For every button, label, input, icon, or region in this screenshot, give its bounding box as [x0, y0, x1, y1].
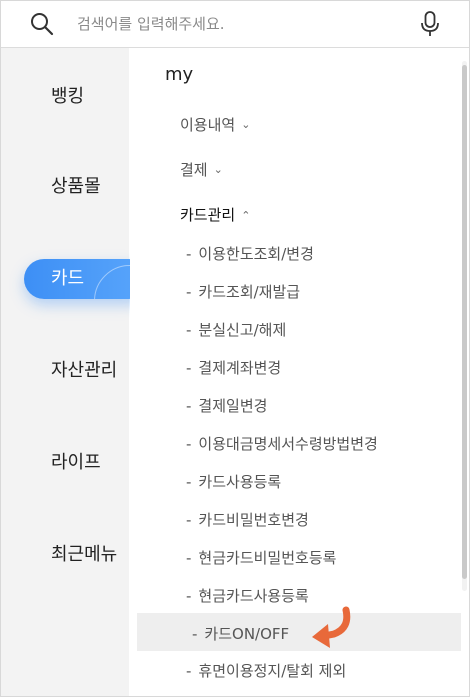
sidebar-item-asset-management[interactable]: 자산관리: [1, 351, 129, 391]
menu-item-dormant-exclusion[interactable]: - 휴면이용정지/탈회 제외: [186, 660, 346, 681]
menu-item-label: 휴면이용정지/탈회 제외: [198, 662, 347, 680]
dash-bullet: -: [186, 397, 192, 415]
menu-group-label: 결제: [180, 161, 208, 179]
menu-item-label: 결제계좌변경: [198, 359, 282, 377]
sidebar-item-banking[interactable]: 뱅킹: [1, 77, 129, 117]
menu-item-label: 이용대금명세서수령방법변경: [198, 435, 378, 453]
dash-bullet: -: [186, 359, 192, 377]
microphone-icon[interactable]: [419, 10, 441, 38]
sidebar-item-label: 카드: [51, 268, 85, 289]
section-title: my: [165, 64, 194, 85]
menu-item-label: 분실신고/해제: [198, 321, 287, 339]
sidebar-item-label: 라이프: [51, 452, 101, 473]
menu-group-payment[interactable]: 결제 ⌄: [180, 159, 223, 180]
menu-item-label: 이용한도조회/변경: [198, 245, 314, 263]
menu-group-label: 카드관리: [180, 206, 236, 224]
dash-bullet: -: [186, 245, 192, 263]
menu-group-card-management[interactable]: 카드관리 ⌃: [180, 204, 250, 225]
sidebar-item-life[interactable]: 라이프: [1, 443, 129, 483]
dash-bullet: -: [186, 473, 192, 491]
menu-item-payment-account-change[interactable]: - 결제계좌변경: [186, 357, 281, 378]
menu-item-label: 카드비밀번호변경: [198, 511, 309, 529]
sidebar-item-label: 상품몰: [51, 176, 101, 197]
menu-item-card-use-registration[interactable]: - 카드사용등록: [186, 471, 281, 492]
sidebar-item-label: 최근메뉴: [51, 544, 118, 565]
category-sidebar: 뱅킹 상품몰 카드 자산관리 라이프 최근메뉴: [1, 48, 149, 696]
dash-bullet: -: [186, 435, 192, 453]
scrollbar-thumb[interactable]: [462, 65, 467, 579]
chevron-down-icon: ⌄: [213, 163, 223, 176]
menu-item-card-inquiry-reissue[interactable]: - 카드조회/재발급: [186, 281, 300, 302]
search-icon[interactable]: [29, 11, 55, 37]
dash-bullet: -: [186, 587, 192, 605]
menu-item-cash-card-use-registration[interactable]: - 현금카드사용등록: [186, 585, 309, 606]
chevron-up-icon: ⌃: [241, 209, 251, 222]
curved-arrow-icon: [312, 606, 351, 648]
menu-item-label: 카드조회/재발급: [198, 283, 301, 301]
menu-item-label: 현금카드비밀번호등록: [198, 549, 337, 567]
menu-panel: my 이용내역 ⌄ 결제 ⌄ 카드관리 ⌃ - 이용한도조회/변경 - 카드조회/재발급 …: [130, 48, 461, 696]
menu-group-usage-history[interactable]: 이용내역 ⌄: [180, 114, 250, 135]
highlighted-row-background: [137, 613, 461, 651]
menu-item-label: 카드사용등록: [198, 473, 282, 491]
dash-bullet: -: [186, 662, 192, 680]
menu-item-statement-method-change[interactable]: - 이용대금명세서수령방법변경: [186, 433, 378, 454]
dash-bullet: -: [186, 549, 192, 567]
dash-bullet: -: [186, 511, 192, 529]
search-bar: [1, 1, 469, 48]
sidebar-item-shopping[interactable]: 상품몰: [1, 167, 129, 207]
menu-group-label: 이용내역: [180, 116, 236, 134]
menu-item-limit-inquiry[interactable]: - 이용한도조회/변경: [186, 243, 314, 264]
dash-bullet: -: [186, 283, 192, 301]
menu-item-card-on-off[interactable]: - 카드ON/OFF: [192, 623, 289, 644]
dash-bullet: -: [186, 321, 192, 339]
chevron-down-icon: ⌄: [241, 118, 251, 131]
sidebar-item-recent-menu[interactable]: 최근메뉴: [1, 535, 129, 575]
app-frame: 뱅킹 상품몰 카드 자산관리 라이프 최근메뉴 my 이용내역 ⌄ 결제 ⌄ 카드관…: [0, 0, 470, 697]
menu-item-payment-date-change[interactable]: - 결제일변경: [186, 395, 267, 416]
menu-item-label: 카드ON/OFF: [204, 625, 290, 643]
menu-item-card-password-change[interactable]: - 카드비밀번호변경: [186, 509, 309, 530]
search-input[interactable]: [77, 11, 377, 37]
menu-item-label: 현금카드사용등록: [198, 587, 309, 605]
sidebar-item-label: 뱅킹: [51, 86, 85, 107]
dash-bullet: -: [192, 625, 198, 643]
sidebar-item-label: 자산관리: [51, 360, 118, 381]
menu-item-cash-card-password-registration[interactable]: - 현금카드비밀번호등록: [186, 547, 336, 568]
menu-item-loss-report[interactable]: - 분실신고/해제: [186, 319, 286, 340]
menu-item-label: 결제일변경: [198, 397, 268, 415]
